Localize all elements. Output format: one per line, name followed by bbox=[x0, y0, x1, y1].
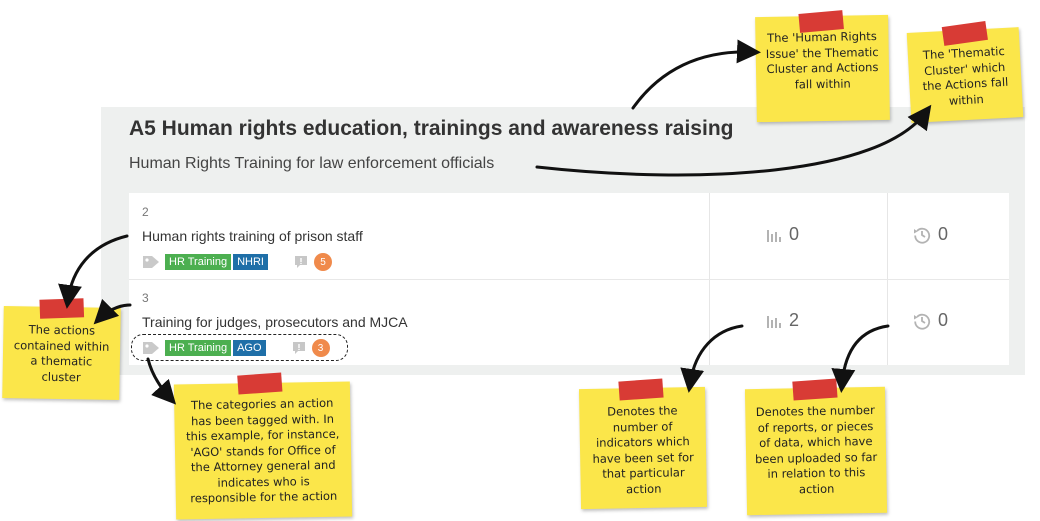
annotation-arrows bbox=[58, 39, 932, 405]
